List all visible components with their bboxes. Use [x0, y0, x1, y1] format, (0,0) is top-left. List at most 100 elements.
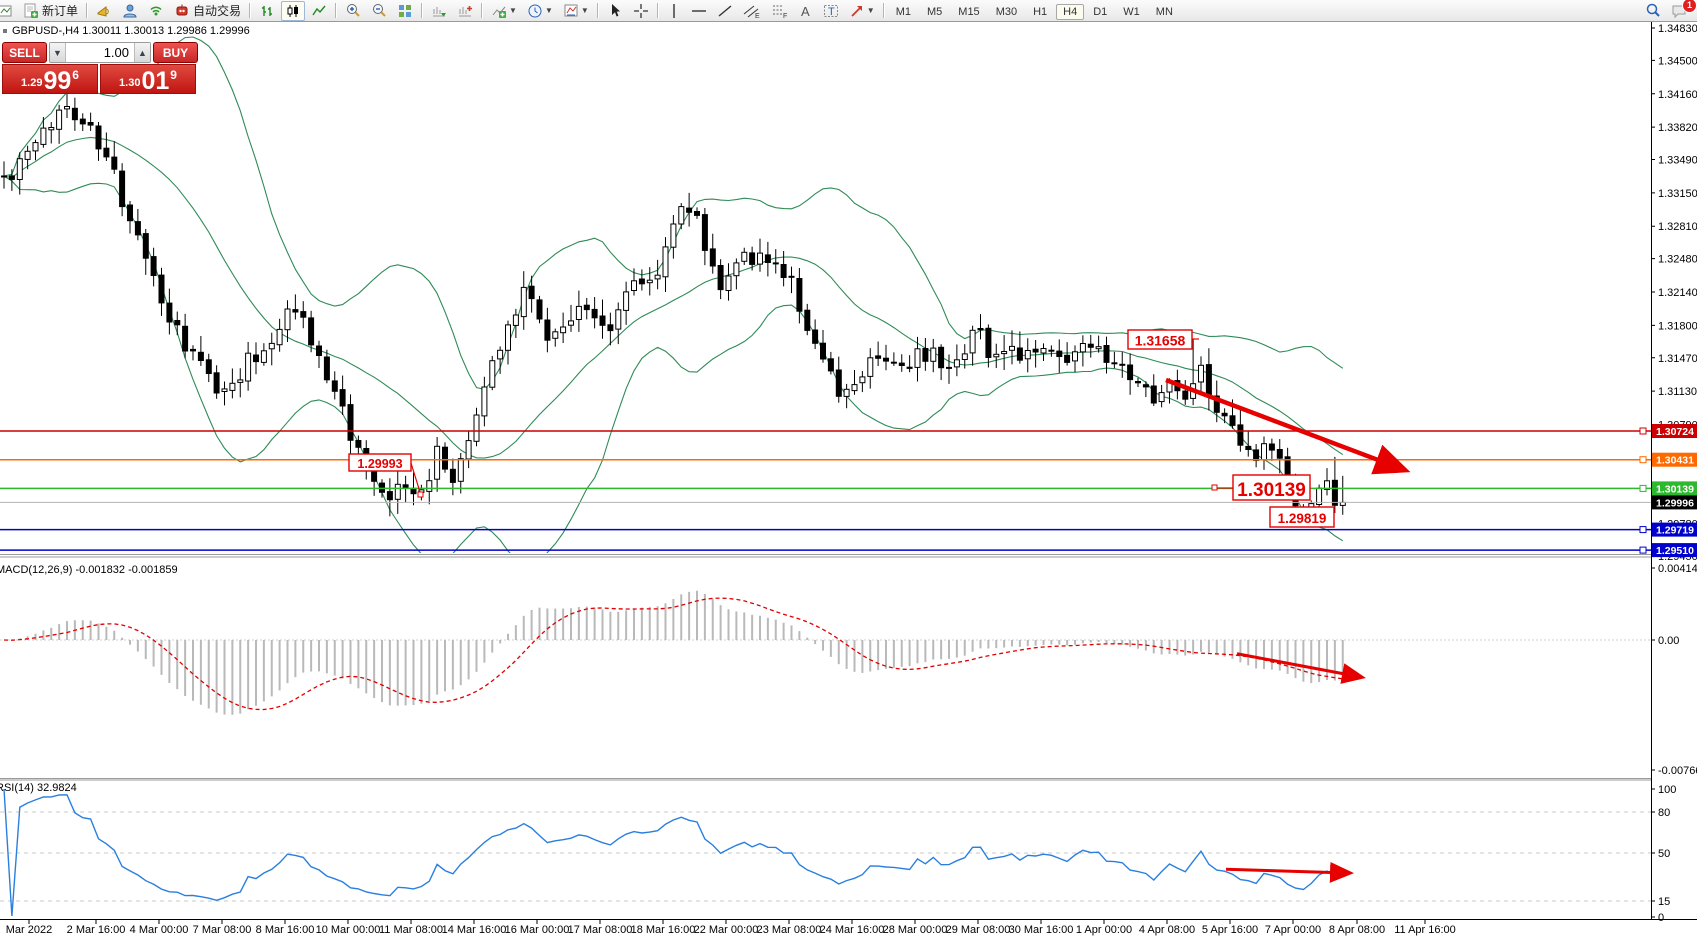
svg-text:2 Mar 16:00: 2 Mar 16:00: [67, 924, 126, 936]
chart-shift-icon[interactable]: [453, 1, 477, 21]
periods-dropdown[interactable]: ▼: [523, 1, 557, 21]
auto-trading-icon: [174, 3, 190, 19]
svg-text:50: 50: [1658, 848, 1670, 860]
sell-button[interactable]: SELL: [2, 42, 47, 63]
svg-text:1.31470: 1.31470: [1658, 353, 1697, 365]
new-chart-icon[interactable]: [0, 1, 17, 21]
new-order-icon: [23, 3, 39, 19]
svg-text:0: 0: [1658, 912, 1664, 924]
toolbar-separator: [597, 3, 599, 18]
timeframe-M5[interactable]: M5: [920, 4, 949, 20]
svg-text:1.33820: 1.33820: [1658, 122, 1697, 134]
templates-dropdown[interactable]: ▼: [559, 1, 593, 21]
text-label-icon[interactable]: T: [819, 1, 843, 21]
text-icon[interactable]: A: [795, 1, 817, 21]
new-order-button[interactable]: 新订单: [19, 1, 82, 21]
indicators-dropdown[interactable]: ▼: [487, 1, 521, 21]
svg-text:30 Mar 16:00: 30 Mar 16:00: [1009, 924, 1074, 936]
toolbar-separator: [335, 3, 337, 18]
zoom-in-icon[interactable]: [341, 1, 365, 21]
price-annotation-1.29819[interactable]: 1.29819: [1270, 507, 1334, 527]
svg-text:1.29510: 1.29510: [1656, 545, 1694, 557]
tile-windows-icon[interactable]: [393, 1, 417, 21]
timeframe-H1[interactable]: H1: [1026, 4, 1054, 20]
community-icon[interactable]: [118, 1, 142, 21]
timeframe-M15[interactable]: M15: [951, 4, 986, 20]
arrows-dropdown[interactable]: ▼: [845, 1, 879, 21]
svg-text:1.33150: 1.33150: [1658, 188, 1697, 200]
svg-text:0.004144: 0.004144: [1658, 563, 1697, 575]
buy-price-pip: 9: [170, 68, 177, 82]
zoom-out-icon[interactable]: [367, 1, 391, 21]
svg-text:T: T: [828, 6, 835, 18]
timeframe-W1[interactable]: W1: [1116, 4, 1147, 20]
svg-text:8 Apr 08:00: 8 Apr 08:00: [1329, 924, 1385, 936]
toolbar-separator: [86, 3, 88, 18]
auto-trading-label: 自动交易: [193, 2, 241, 19]
svg-text:80: 80: [1658, 807, 1670, 819]
timeframe-M30[interactable]: M30: [989, 4, 1024, 20]
svg-text:10 Mar 00:00: 10 Mar 00:00: [316, 924, 381, 936]
svg-text:E: E: [755, 13, 760, 19]
svg-text:11 Mar 08:00: 11 Mar 08:00: [379, 924, 443, 936]
svg-text:17 Mar 08:00: 17 Mar 08:00: [568, 924, 633, 936]
vertical-line-icon[interactable]: [663, 1, 685, 21]
candlestick-chart-icon[interactable]: [281, 1, 305, 21]
alerts-icon[interactable]: [92, 1, 116, 21]
cursor-icon[interactable]: [603, 1, 627, 21]
equidistant-channel-icon[interactable]: E: [739, 1, 765, 21]
horizontal-line-icon[interactable]: [687, 1, 711, 21]
buy-button[interactable]: BUY: [153, 42, 198, 63]
buy-price-tile[interactable]: 1.30019: [100, 64, 196, 94]
svg-text:A: A: [801, 4, 810, 19]
auto-scroll-icon[interactable]: [427, 1, 451, 21]
line-chart-icon[interactable]: [307, 1, 331, 21]
svg-text:1.29996: 1.29996: [1656, 497, 1694, 509]
volume-spinner[interactable]: ▼ 1.00 ▲: [49, 42, 151, 63]
main-toolbar: 新订单 自动交易 ▼ ▼: [0, 0, 1697, 22]
svg-text:1 Apr 00:00: 1 Apr 00:00: [1076, 924, 1132, 936]
timeframe-D1[interactable]: D1: [1086, 4, 1114, 20]
signals-icon[interactable]: [144, 1, 168, 21]
one-click-trading-panel[interactable]: SELL ▼ 1.00 ▲ BUY 1.29996 1.30019: [2, 42, 198, 94]
symbol-ohlc-header: GBPUSD-,H4 1.30011 1.30013 1.29986 1.299…: [12, 25, 250, 37]
sell-price-tile[interactable]: 1.29996: [2, 64, 98, 94]
search-icon[interactable]: [1641, 1, 1665, 21]
bar-chart-icon[interactable]: [255, 1, 279, 21]
chart-area[interactable]: 1.299931.316581.301391.298191.348301.345…: [0, 0, 1697, 946]
trendline-icon[interactable]: [713, 1, 737, 21]
volume-input[interactable]: 1.00: [66, 43, 134, 62]
svg-text:1.31800: 1.31800: [1658, 320, 1697, 332]
timeframe-MN[interactable]: MN: [1149, 4, 1180, 20]
buy-price-main: 01: [141, 70, 169, 92]
svg-text:24 Mar 16:00: 24 Mar 16:00: [820, 924, 885, 936]
svg-text:-0.007664: -0.007664: [1658, 765, 1697, 777]
svg-text:1.34160: 1.34160: [1658, 89, 1697, 101]
timeframe-H4[interactable]: H4: [1056, 4, 1084, 20]
toolbar-separator: [481, 3, 483, 18]
timeframe-M1[interactable]: M1: [889, 4, 918, 20]
notifications-button[interactable]: 1: [1667, 1, 1692, 21]
svg-text:1.32480: 1.32480: [1658, 254, 1697, 266]
chevron-down-icon: ▼: [867, 6, 875, 15]
chart-svg[interactable]: 1.299931.316581.301391.298191.348301.345…: [0, 0, 1697, 941]
fibonacci-icon[interactable]: F: [767, 1, 793, 21]
buy-price-prefix: 1.30: [119, 77, 140, 89]
crosshair-icon[interactable]: [629, 1, 653, 21]
volume-decrease-button[interactable]: ▼: [50, 43, 66, 62]
svg-text:100: 100: [1658, 784, 1676, 796]
svg-text:4 Mar 00:00: 4 Mar 00:00: [130, 924, 189, 936]
auto-trading-button[interactable]: 自动交易: [170, 1, 245, 21]
sell-price-prefix: 1.29: [21, 77, 42, 89]
svg-text:1.29993: 1.29993: [357, 457, 402, 471]
svg-text:23 Mar 08:00: 23 Mar 08:00: [757, 924, 822, 936]
svg-text:1.32140: 1.32140: [1658, 287, 1697, 299]
svg-text:1.33490: 1.33490: [1658, 155, 1697, 167]
price-annotation-1.31658[interactable]: 1.31658: [1128, 330, 1199, 349]
volume-increase-button[interactable]: ▲: [134, 43, 150, 62]
template-icon: [563, 3, 579, 19]
svg-text:4 Apr 08:00: 4 Apr 08:00: [1139, 924, 1195, 936]
svg-text:28 Mar 00:00: 28 Mar 00:00: [883, 924, 948, 936]
chevron-down-icon: ▼: [581, 6, 589, 15]
svg-text:F: F: [783, 13, 787, 19]
